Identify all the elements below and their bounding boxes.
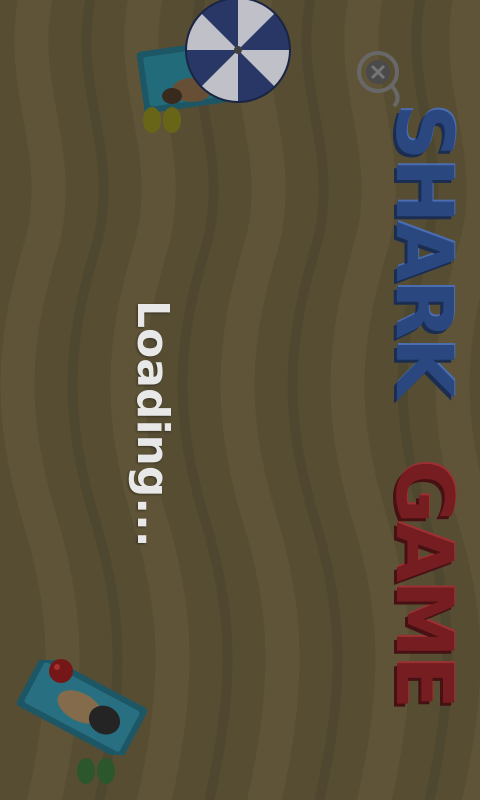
game-loading-screen: SHARK GAME Loading... [0,0,480,800]
loading-text: Loading... [127,300,178,548]
beach-ball-icon [49,659,73,683]
flip-flops-icon [77,758,115,784]
title-word-game: GAME [378,460,468,708]
title-word-shark: SHARK [378,104,468,397]
flip-flops-icon [143,107,181,133]
hook-icon [357,51,400,108]
sunbather-icon [16,660,148,755]
beach-umbrella-icon [185,0,291,103]
